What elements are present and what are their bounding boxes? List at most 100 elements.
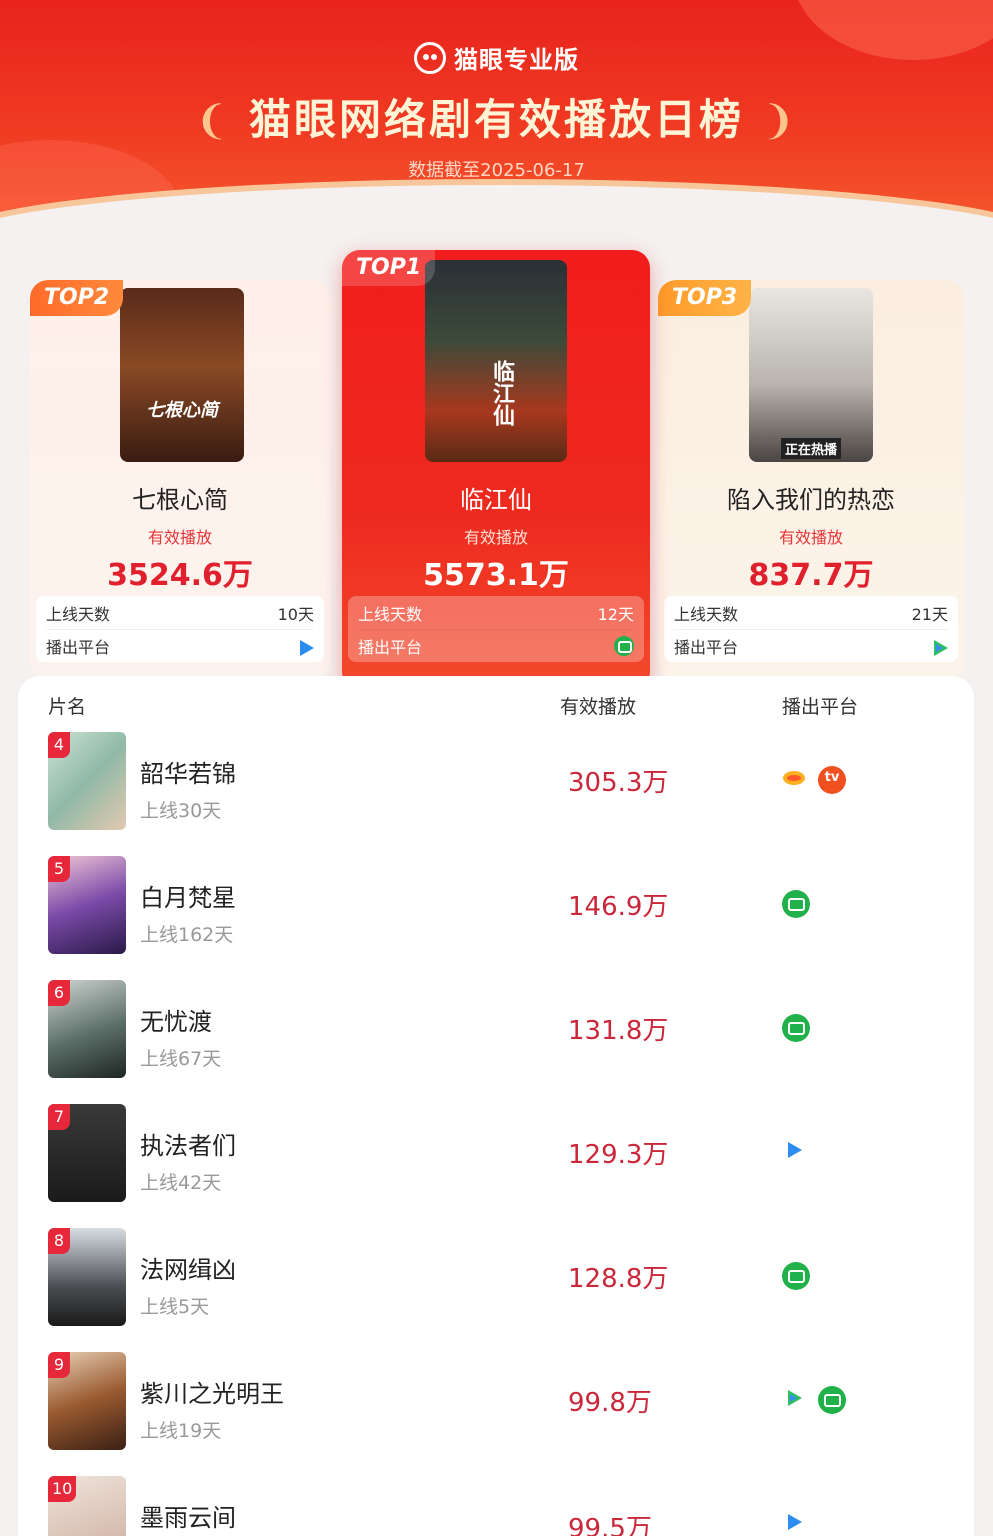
platform-icons bbox=[782, 1138, 810, 1166]
days-online: 上线5天 bbox=[140, 1296, 210, 1318]
col-plays: 有效播放 bbox=[560, 696, 637, 718]
iqiyi-icon bbox=[782, 1014, 810, 1042]
ranking-list: 片名 有效播放 播出平台 4 韶华若锦 上线30天 305.3万 5 白月梵星 … bbox=[18, 676, 974, 1536]
poster-caption: 临江仙 bbox=[489, 360, 514, 426]
rank-badge: 6 bbox=[48, 980, 70, 1006]
play-value: 3524.6万 bbox=[107, 558, 253, 593]
days-label: 上线天数 bbox=[46, 604, 111, 624]
list-item[interactable]: 6 无忧渡 上线67天 131.8万 bbox=[18, 980, 974, 1104]
poster-thumb: 7 bbox=[48, 1104, 126, 1202]
play-value: 131.8万 bbox=[568, 1016, 669, 1046]
platform-icons bbox=[782, 890, 810, 918]
play-label: 有效播放 bbox=[778, 528, 843, 547]
col-name: 片名 bbox=[48, 696, 87, 718]
poster-thumb: 8 bbox=[48, 1228, 126, 1326]
info-box: 上线天数 21天 播出平台 bbox=[664, 596, 958, 662]
youku-icon bbox=[782, 1510, 810, 1536]
play-value: 128.8万 bbox=[568, 1264, 669, 1294]
iqiyi-icon bbox=[782, 1262, 810, 1290]
drama-title: 法网缉凶 bbox=[140, 1256, 236, 1284]
days-online: 上线19天 bbox=[140, 1420, 222, 1442]
days-value: 21天 bbox=[911, 604, 948, 624]
page-title-text: 猫眼网络剧有效播放日榜 bbox=[248, 95, 744, 144]
poster-image: 临江仙 bbox=[425, 260, 567, 462]
rank-tag: TOP1 bbox=[342, 250, 436, 286]
days-online: 上线30天 bbox=[140, 800, 222, 822]
days-value: 10天 bbox=[277, 604, 314, 624]
rank-badge: 10 bbox=[48, 1476, 77, 1502]
rank-badge: 8 bbox=[48, 1228, 70, 1254]
drama-title: 韶华若锦 bbox=[140, 760, 236, 788]
drama-name: 七根心简 bbox=[132, 486, 228, 514]
rank-tag: TOP3 bbox=[658, 280, 752, 316]
top-card-3[interactable]: 正在热播 TOP3 陷入我们的热恋 有效播放 837.7万 上线天数 21天 播出… bbox=[658, 280, 964, 680]
rank-badge: 4 bbox=[48, 732, 70, 758]
laurel-right-icon: ❩ bbox=[761, 98, 799, 144]
mgtv-icon bbox=[818, 766, 846, 794]
top-card-2[interactable]: 七根心简 TOP2 七根心简 有效播放 3524.6万 上线天数 10天 播出平台 bbox=[30, 280, 330, 680]
col-platform: 播出平台 bbox=[782, 696, 859, 718]
play-value: 99.8万 bbox=[568, 1388, 652, 1418]
days-online: 上线162天 bbox=[140, 924, 234, 946]
platform-label: 播出平台 bbox=[46, 638, 111, 657]
rank-tag: TOP2 bbox=[30, 280, 124, 316]
list-item[interactable]: 7 执法者们 上线42天 129.3万 bbox=[18, 1104, 974, 1228]
platform-icons bbox=[782, 766, 846, 794]
list-item[interactable]: 10 墨雨云间 99.5万 bbox=[18, 1476, 974, 1536]
drama-title: 无忧渡 bbox=[140, 1008, 212, 1036]
poster-image: 正在热播 bbox=[749, 288, 873, 462]
iqiyi-icon bbox=[614, 636, 634, 656]
drama-name: 临江仙 bbox=[460, 486, 532, 514]
youku-icon bbox=[294, 636, 314, 656]
list-item[interactable]: 5 白月梵星 上线162天 146.9万 bbox=[18, 856, 974, 980]
platform-icons bbox=[782, 1014, 810, 1042]
youku-icon bbox=[782, 1138, 810, 1166]
poster-thumb: 6 bbox=[48, 980, 126, 1078]
top-card-1[interactable]: 临江仙 TOP1 临江仙 有效播放 5573.1万 上线天数 12天 播出平台 bbox=[342, 250, 650, 690]
platform-icons bbox=[782, 1262, 810, 1290]
poster-thumb: 10 bbox=[48, 1476, 126, 1536]
poster-image: 七根心简 bbox=[120, 288, 244, 462]
play-value: 837.7万 bbox=[748, 558, 874, 593]
play-value: 146.9万 bbox=[568, 892, 669, 922]
list-item[interactable]: 9 紫川之光明王 上线19天 99.8万 bbox=[18, 1352, 974, 1476]
list-item[interactable]: 8 法网缉凶 上线5天 128.8万 bbox=[18, 1228, 974, 1352]
platform-icons bbox=[782, 1510, 810, 1536]
poster-thumb: 9 bbox=[48, 1352, 126, 1450]
mango-icon bbox=[782, 766, 810, 794]
poster-caption: 七根心简 bbox=[146, 400, 218, 421]
rank-badge: 7 bbox=[48, 1104, 70, 1130]
info-box: 上线天数 10天 播出平台 bbox=[36, 596, 324, 662]
brand-name: 猫眼专业版 bbox=[454, 46, 579, 74]
play-value: 305.3万 bbox=[568, 768, 669, 798]
drama-title: 执法者们 bbox=[140, 1132, 236, 1160]
iqiyi-icon bbox=[782, 890, 810, 918]
rank-badge: 5 bbox=[48, 856, 70, 882]
brand: 猫眼专业版 bbox=[0, 40, 993, 75]
poster-caption: 正在热播 bbox=[781, 438, 842, 459]
play-label: 有效播放 bbox=[147, 528, 212, 547]
cat-eye-logo-icon bbox=[414, 41, 446, 74]
header-banner: 猫眼专业版 ❨ 猫眼网络剧有效播放日榜 ❩ 数据截至2025-06-17 bbox=[0, 0, 993, 232]
page-title: ❨ 猫眼网络剧有效播放日榜 ❩ bbox=[0, 86, 993, 147]
list-header: 片名 有效播放 播出平台 bbox=[18, 692, 974, 722]
drama-title: 墨雨云间 bbox=[140, 1504, 236, 1532]
play-value: 5573.1万 bbox=[423, 558, 569, 593]
platform-icons bbox=[782, 1386, 846, 1414]
play-value: 99.5万 bbox=[568, 1514, 652, 1536]
days-label: 上线天数 bbox=[674, 604, 739, 624]
list-item[interactable]: 4 韶华若锦 上线30天 305.3万 bbox=[18, 732, 974, 856]
drama-name: 陷入我们的热恋 bbox=[727, 486, 895, 514]
drama-title: 白月梵星 bbox=[140, 884, 236, 912]
drama-title: 紫川之光明王 bbox=[140, 1380, 284, 1408]
tencent-video-icon bbox=[782, 1386, 810, 1414]
laurel-left-icon: ❨ bbox=[194, 98, 232, 144]
platform-label: 播出平台 bbox=[674, 638, 739, 657]
poster-thumb: 5 bbox=[48, 856, 126, 954]
poster-thumb: 4 bbox=[48, 732, 126, 830]
tencent-video-icon bbox=[928, 636, 948, 656]
data-date: 数据截至2025-06-17 bbox=[408, 160, 585, 181]
days-online: 上线67天 bbox=[140, 1048, 222, 1070]
play-value: 129.3万 bbox=[568, 1140, 669, 1170]
rank-badge: 9 bbox=[48, 1352, 70, 1378]
